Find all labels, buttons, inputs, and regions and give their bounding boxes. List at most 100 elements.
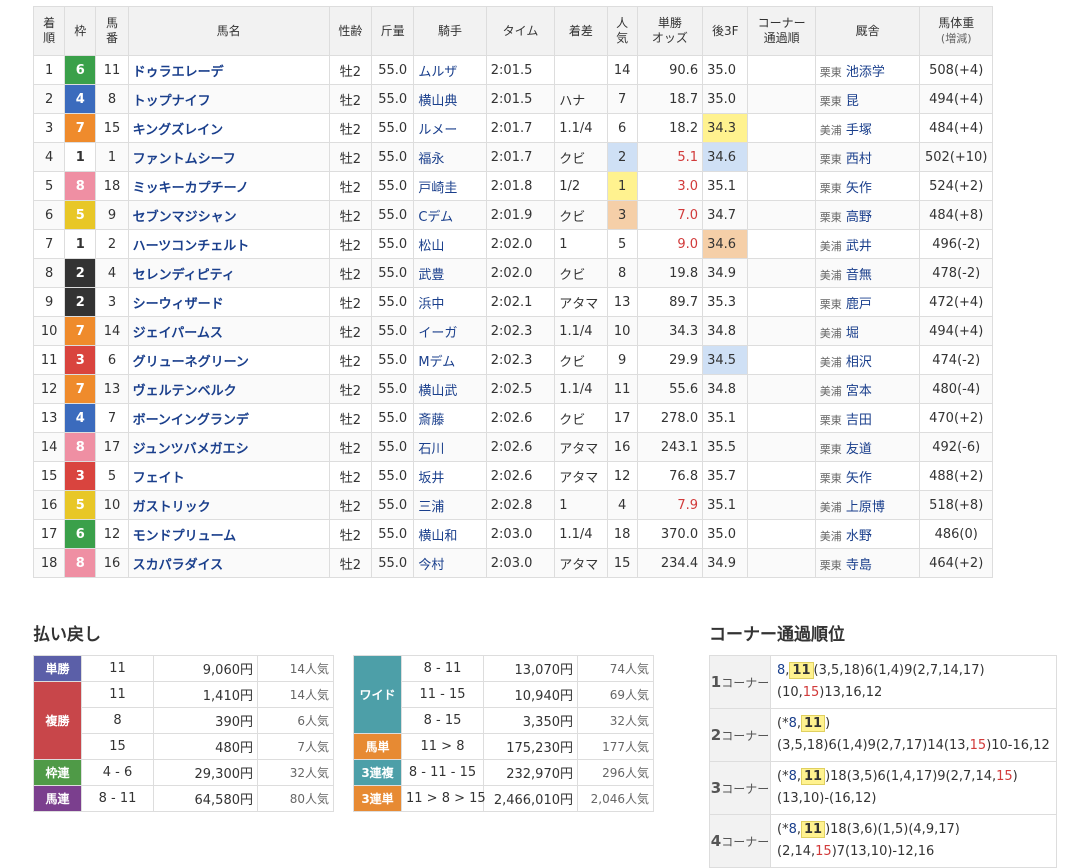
jockey-link[interactable]: ムルザ — [418, 65, 457, 80]
jockey-link[interactable]: 福永 — [418, 152, 444, 167]
horse-name-link[interactable]: ボーンイングランデ — [133, 413, 249, 428]
stable-region: 栗東 — [819, 413, 842, 427]
jockey-link[interactable]: 浜中 — [418, 297, 444, 312]
stable-region: 栗東 — [819, 297, 842, 311]
horse-name-cell: ヴェルテンベルク — [127, 374, 330, 404]
horse-name-link[interactable]: セレンディピティ — [133, 268, 235, 283]
horse-name-link[interactable]: ヴェルテンベルク — [133, 384, 237, 399]
header-sex-age[interactable]: 性齢 — [328, 6, 373, 56]
trainer-link[interactable]: 高野 — [846, 210, 872, 225]
result-row: 11 3 6 グリューネグリーン 牡2 55.0 Mデム 2:02.3 クビ 9 29.9 34.5 美… — [32, 345, 993, 375]
horse-name-link[interactable]: キングズレイン — [133, 123, 224, 138]
trainer-link[interactable]: 西村 — [846, 152, 872, 167]
trainer-link[interactable]: 宮本 — [846, 384, 872, 399]
jockey-link[interactable]: 横山武 — [418, 384, 457, 399]
horse-number-cell: 18 — [95, 171, 129, 201]
jockey-link[interactable]: Mデム — [418, 355, 455, 370]
rank-cell: 12 — [32, 374, 66, 404]
waku-cell: 7 — [64, 113, 97, 143]
horse-number-cell: 9 — [95, 200, 129, 230]
header-body[interactable]: 馬体重 (増減) — [919, 6, 993, 56]
header-stable[interactable]: 厩舎 — [814, 6, 921, 56]
corner-order-part: (* — [777, 769, 789, 784]
jockey-link[interactable]: ルメー — [418, 123, 457, 138]
header-name[interactable]: 馬名 — [127, 6, 330, 56]
stable-region: 栗東 — [819, 471, 842, 485]
trainer-link[interactable]: 寺島 — [846, 558, 872, 573]
jockey-link[interactable]: 横山典 — [418, 94, 457, 109]
horse-name-link[interactable]: ミッキーカプチーノ — [133, 181, 249, 196]
horse-name-link[interactable]: フェイト — [133, 471, 185, 486]
rank-cell: 14 — [32, 432, 66, 462]
trainer-link[interactable]: 吉田 — [846, 413, 872, 428]
header-rank[interactable]: 着順 — [32, 6, 66, 56]
trainer-link[interactable]: 池添学 — [846, 65, 885, 80]
stable-region: 美浦 — [819, 239, 842, 253]
stable-cell: 栗東 矢作 — [814, 461, 921, 491]
sex-age-cell: 牡2 — [328, 374, 373, 404]
margin-cell: 1 — [554, 229, 608, 259]
body-weight-cell: 494(+4) — [919, 316, 993, 346]
rank-cell: 16 — [32, 490, 66, 520]
horse-name-link[interactable]: グリューネグリーン — [133, 355, 249, 370]
waku-cell: 6 — [64, 519, 97, 549]
jockey-link[interactable]: イーガ — [418, 326, 457, 341]
body-weight-cell: 484(+8) — [919, 200, 993, 230]
header-last3f[interactable]: 後3F — [702, 6, 749, 56]
waku-cell: 2 — [64, 258, 97, 288]
last3f-cell: 35.3 — [702, 287, 749, 317]
horse-name-link[interactable]: スカパラダイス — [133, 558, 224, 573]
horse-name-link[interactable]: ガストリック — [133, 500, 211, 515]
header-jockey[interactable]: 騎手 — [413, 6, 487, 56]
horse-name-link[interactable]: ジュンツバメガエシ — [133, 442, 249, 457]
trainer-link[interactable]: 上原博 — [846, 500, 885, 515]
odds-cell: 55.6 — [636, 374, 704, 404]
horse-name-link[interactable]: ファントムシーフ — [133, 152, 236, 167]
horse-name-cell: ボーンイングランデ — [127, 403, 330, 433]
trainer-link[interactable]: 堀 — [846, 326, 859, 341]
horse-name-link[interactable]: ジェイパームス — [133, 326, 223, 341]
trainer-link[interactable]: 水野 — [846, 529, 872, 544]
jockey-link[interactable]: 武豊 — [418, 268, 444, 283]
horse-name-link[interactable]: シーウィザード — [133, 297, 224, 312]
trainer-link[interactable]: 友道 — [846, 442, 872, 457]
corner-order-part: (10, — [777, 685, 803, 700]
trainer-link[interactable]: 武井 — [846, 239, 872, 254]
horse-name-link[interactable]: モンドプリューム — [133, 529, 237, 544]
trainer-link[interactable]: 音無 — [846, 268, 872, 283]
header-waku[interactable]: 枠 — [64, 6, 97, 56]
payout-combination: 8 - 11 - 15 — [401, 759, 484, 786]
header-time[interactable]: タイム — [485, 6, 556, 56]
header-corner[interactable]: コーナー 通過順 — [747, 6, 816, 56]
jockey-link[interactable]: 斎藤 — [418, 413, 444, 428]
trainer-link[interactable]: 手塚 — [846, 123, 872, 138]
jockey-link[interactable]: 横山和 — [418, 529, 457, 544]
header-pop[interactable]: 人気 — [606, 6, 638, 56]
horse-name-link[interactable]: セブンマジシャン — [133, 210, 237, 225]
jockey-link[interactable]: 今村 — [418, 558, 444, 573]
trainer-link[interactable]: 鹿戸 — [846, 297, 872, 312]
header-num[interactable]: 馬番 — [95, 6, 129, 56]
jockey-link[interactable]: 松山 — [418, 239, 444, 254]
trainer-link[interactable]: 矢作 — [846, 471, 872, 486]
stable-region: 美浦 — [819, 384, 842, 398]
jockey-link[interactable]: 三浦 — [418, 500, 444, 515]
jockey-link[interactable]: 石川 — [418, 442, 444, 457]
trainer-link[interactable]: 昆 — [846, 94, 859, 109]
popularity-cell: 3 — [606, 200, 638, 230]
header-odds[interactable]: 単勝 オッズ — [636, 6, 704, 56]
jockey-link[interactable]: Cデム — [418, 210, 453, 225]
header-margin[interactable]: 着差 — [554, 6, 608, 56]
horse-name-link[interactable]: トップナイフ — [133, 94, 211, 109]
corner-order-part: 11 — [801, 821, 826, 838]
horse-name-link[interactable]: ドゥラエレーデ — [133, 65, 224, 80]
jockey-link[interactable]: 戸崎圭 — [418, 181, 457, 196]
trainer-link[interactable]: 矢作 — [846, 181, 872, 196]
horse-name-link[interactable]: ハーツコンチェルト — [133, 239, 250, 254]
jockey-cell: ムルザ — [413, 55, 487, 85]
corner-row: 4コーナー (*8, 11)18(3,6)(1,5)(4,9,17)(2,14,15… — [709, 814, 1057, 868]
header-weight[interactable]: 斤量 — [371, 6, 415, 56]
trainer-link[interactable]: 相沢 — [846, 355, 872, 370]
payout-popularity: 14人気 — [257, 681, 334, 708]
jockey-link[interactable]: 坂井 — [418, 471, 444, 486]
